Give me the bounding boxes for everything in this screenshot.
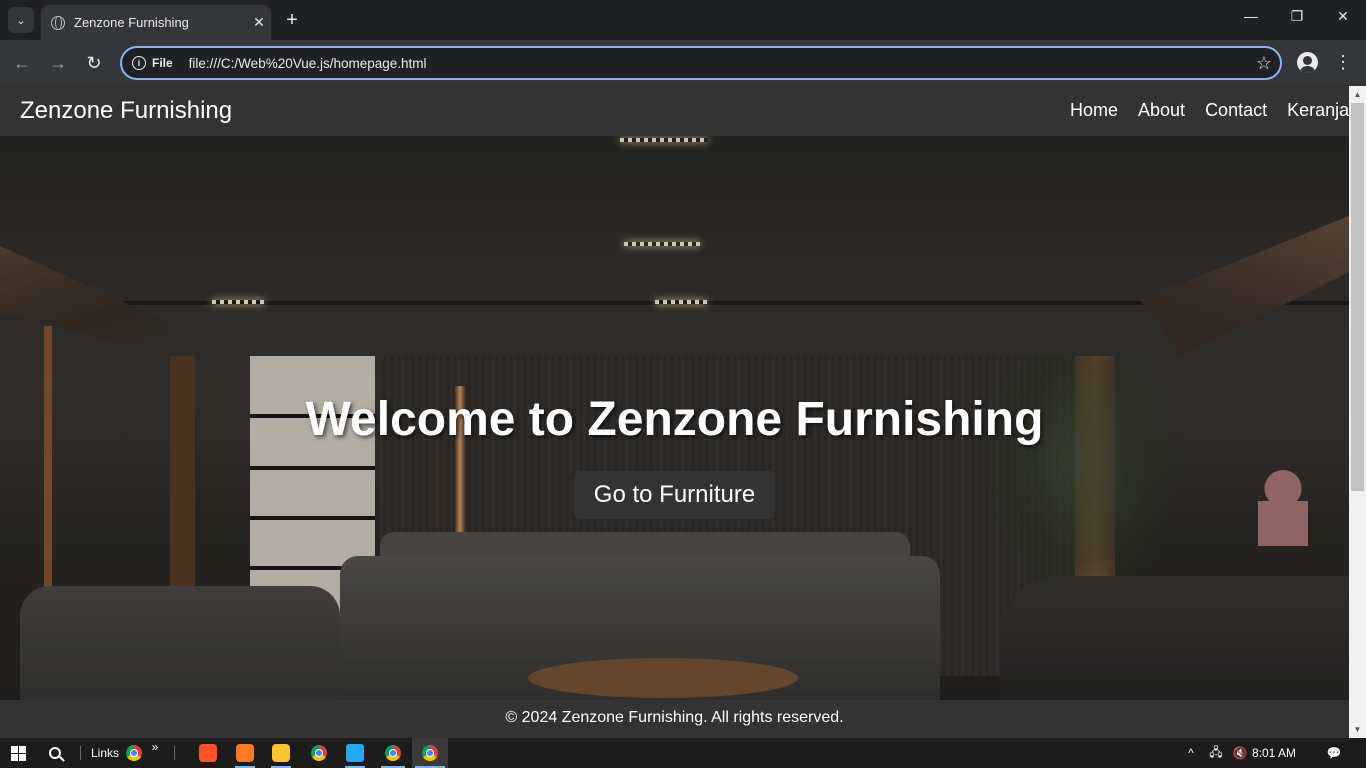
browser-tab-active[interactable]: Zenzone Furnishing ✕	[41, 5, 271, 40]
vscode-icon[interactable]	[342, 738, 368, 768]
chevron-down-icon: ⌄	[16, 14, 26, 27]
restore-button[interactable]: ❐	[1282, 8, 1312, 25]
search-button[interactable]	[38, 738, 72, 768]
tab-search-button[interactable]: ⌄	[8, 7, 34, 33]
browser-toolbar: ← → ↻ i File file:///C:/Web%20Vue.js/hom…	[0, 40, 1366, 86]
chrome-icon[interactable]	[306, 738, 332, 768]
windows-logo-icon	[10, 745, 26, 761]
url-text[interactable]: file:///C:/Web%20Vue.js/homepage.html	[189, 56, 1248, 71]
info-icon[interactable]: i	[132, 56, 146, 70]
hero-title: Welcome to Zenzone Furnishing	[305, 393, 1044, 446]
reload-button[interactable]: ↻	[82, 52, 106, 74]
minimize-button[interactable]: —	[1236, 8, 1266, 24]
search-icon	[49, 747, 61, 759]
volume-muted-icon[interactable]: 🔇	[1230, 738, 1250, 768]
site-navbar: Zenzone Furnishing Home About Contact Ke…	[0, 86, 1349, 136]
taskbar-separator	[174, 746, 175, 760]
tray-chevron-icon[interactable]: ^	[1182, 738, 1200, 768]
hero-content: Welcome to Zenzone Furnishing Go to Furn…	[0, 392, 1349, 519]
network-icon[interactable]: 🖧	[1206, 738, 1226, 768]
page-viewport: Zenzone Furnishing Home About Contact Ke…	[0, 86, 1349, 738]
file-chip[interactable]: File	[152, 56, 173, 70]
scroll-down-arrow-icon[interactable]: ▼	[1349, 721, 1366, 738]
xampp-icon[interactable]	[232, 738, 258, 768]
forward-button[interactable]: →	[46, 52, 70, 74]
window-close-button[interactable]: ✕	[1328, 8, 1358, 25]
nav-link-contact[interactable]: Contact	[1205, 100, 1267, 121]
brave-icon[interactable]	[196, 738, 220, 768]
site-brand[interactable]: Zenzone Furnishing	[20, 97, 232, 125]
site-menu: Home About Contact Keranjang	[1070, 100, 1349, 121]
profile-avatar-icon[interactable]	[1297, 52, 1318, 73]
browser-menu-icon[interactable]: ⋮	[1333, 52, 1353, 73]
site-footer: © 2024 Zenzone Furnishing. All rights re…	[0, 700, 1349, 738]
tab-close-button[interactable]: ✕	[247, 14, 271, 31]
chrome-window-icon[interactable]	[378, 738, 408, 768]
go-to-furniture-button[interactable]: Go to Furniture	[573, 471, 776, 519]
chrome-active-window-icon[interactable]	[412, 738, 448, 768]
bookmark-star-icon[interactable]: ☆	[1248, 53, 1280, 74]
links-chrome-icon[interactable]	[124, 738, 144, 768]
links-toolbar-label[interactable]: Links	[88, 738, 122, 768]
file-explorer-icon[interactable]	[268, 738, 294, 768]
windows-taskbar: Links » ^ 🖧 🔇 8:01 AM 💬	[0, 738, 1366, 768]
back-button[interactable]: ←	[10, 52, 34, 74]
nav-link-about[interactable]: About	[1138, 100, 1185, 121]
tab-strip: ⌄ Zenzone Furnishing ✕ + — ❐ ✕	[0, 0, 1366, 40]
nav-link-home[interactable]: Home	[1070, 100, 1118, 121]
address-bar[interactable]: i File file:///C:/Web%20Vue.js/homepage.…	[120, 46, 1282, 80]
start-button[interactable]	[0, 738, 36, 768]
tab-title: Zenzone Furnishing	[74, 15, 189, 30]
taskbar-separator	[80, 746, 81, 760]
scroll-up-arrow-icon[interactable]: ▲	[1349, 86, 1366, 103]
page-scrollbar[interactable]: ▲ ▼	[1349, 86, 1366, 738]
system-clock[interactable]: 8:01 AM	[1252, 738, 1296, 768]
new-tab-button[interactable]: +	[281, 8, 303, 32]
globe-icon	[51, 15, 65, 30]
nav-link-cart[interactable]: Keranjang	[1287, 100, 1349, 121]
notifications-icon[interactable]: 💬	[1322, 738, 1346, 768]
scrollbar-thumb[interactable]	[1351, 103, 1364, 491]
